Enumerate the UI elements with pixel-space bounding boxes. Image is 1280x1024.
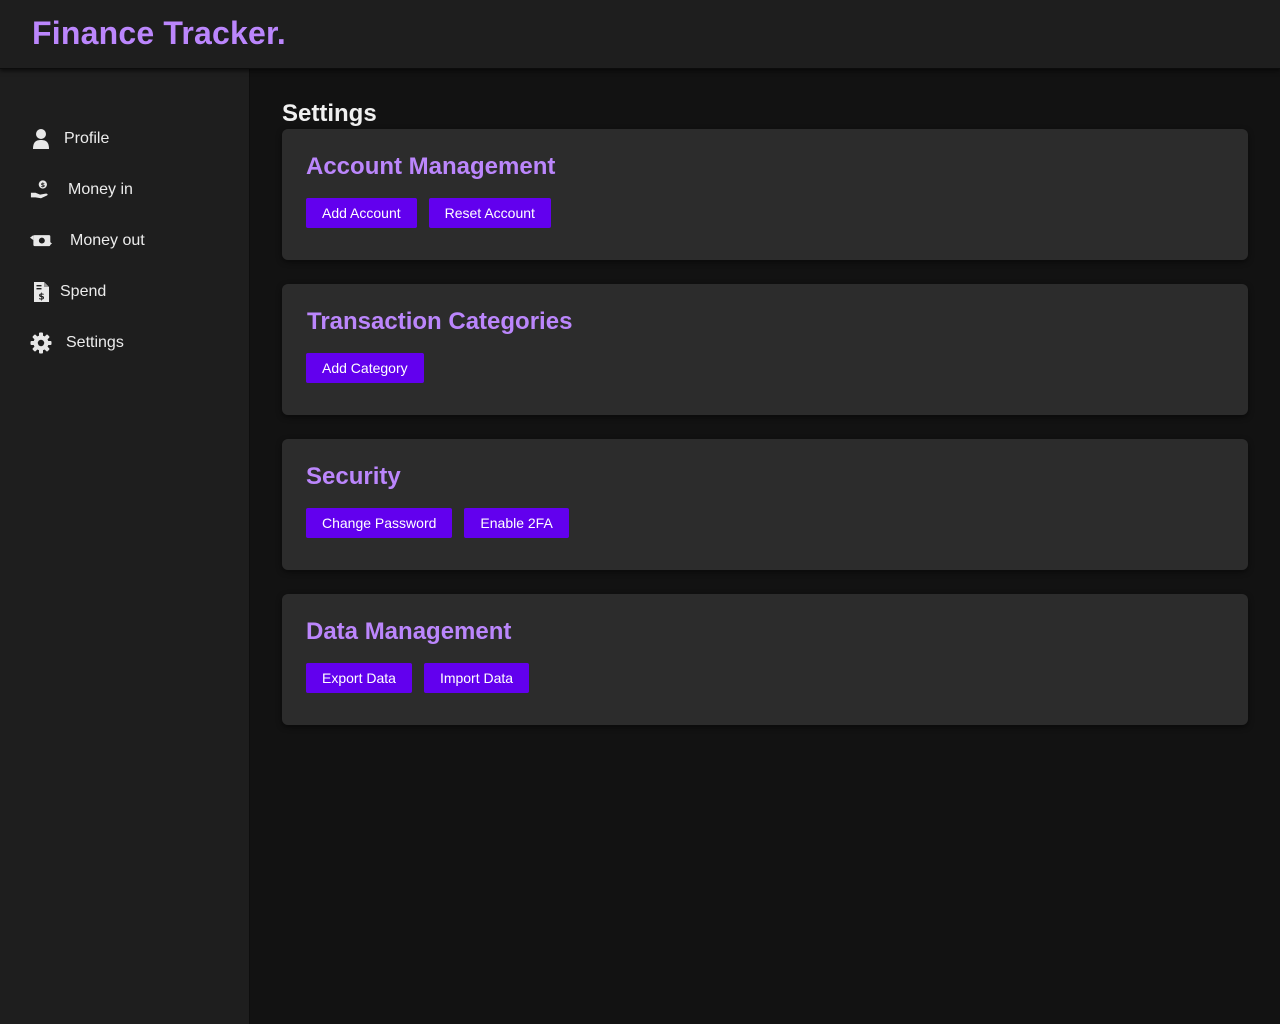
sidebar-item-label: Money out bbox=[70, 231, 145, 249]
sidebar-item-profile[interactable]: Profile bbox=[0, 113, 249, 164]
page-title: Settings bbox=[282, 100, 377, 127]
sidebar-item-spend[interactable]: $ Spend bbox=[0, 266, 249, 317]
app-title: Finance Tracker. bbox=[32, 15, 287, 51]
security-card: Security Change Password Enable 2FA bbox=[282, 439, 1248, 570]
sidebar-item-label: Settings bbox=[66, 333, 124, 351]
transaction-categories-card: Transaction Categories Add Category bbox=[282, 284, 1248, 415]
change-password-button[interactable]: Change Password bbox=[306, 508, 453, 538]
card-title: Account Management bbox=[306, 153, 556, 180]
svg-text:$: $ bbox=[38, 292, 44, 302]
sidebar-item-label: Profile bbox=[64, 129, 110, 147]
card-title: Data Management bbox=[306, 618, 512, 645]
enable-2fa-button[interactable]: Enable 2FA bbox=[464, 508, 569, 538]
sidebar-item-settings[interactable]: Settings bbox=[0, 317, 249, 368]
card-title: Transaction Categories bbox=[307, 308, 573, 335]
app-header: Finance Tracker. bbox=[0, 0, 1280, 69]
card-title: Security bbox=[306, 463, 401, 490]
data-management-card: Data Management Export Data Import Data bbox=[282, 594, 1248, 725]
account-management-card: Account Management Add Account Reset Acc… bbox=[282, 129, 1248, 260]
invoice-icon: $ bbox=[30, 281, 52, 303]
add-category-button[interactable]: Add Category bbox=[306, 353, 424, 383]
sidebar-item-label: Spend bbox=[60, 282, 107, 300]
gear-icon bbox=[30, 332, 52, 354]
sidebar-item-money-in[interactable]: $ Money in bbox=[0, 164, 249, 215]
reset-account-button[interactable]: Reset Account bbox=[428, 198, 551, 228]
button-row: Change Password Enable 2FA bbox=[306, 508, 569, 538]
svg-text:$: $ bbox=[41, 181, 46, 189]
button-row: Add Category bbox=[306, 353, 424, 383]
hand-coin-icon: $ bbox=[30, 179, 52, 201]
user-icon bbox=[30, 128, 52, 150]
export-data-button[interactable]: Export Data bbox=[306, 663, 412, 693]
sidebar-item-money-out[interactable]: Money out bbox=[0, 215, 249, 266]
import-data-button[interactable]: Import Data bbox=[423, 663, 530, 693]
money-transfer-icon bbox=[30, 230, 52, 252]
sidebar-item-label: Money in bbox=[68, 180, 133, 198]
button-row: Add Account Reset Account bbox=[306, 198, 551, 228]
sidebar: Profile $ Money in Money out $ Spend Set… bbox=[0, 69, 250, 1024]
button-row: Export Data Import Data bbox=[306, 663, 530, 693]
add-account-button[interactable]: Add Account bbox=[306, 198, 417, 228]
